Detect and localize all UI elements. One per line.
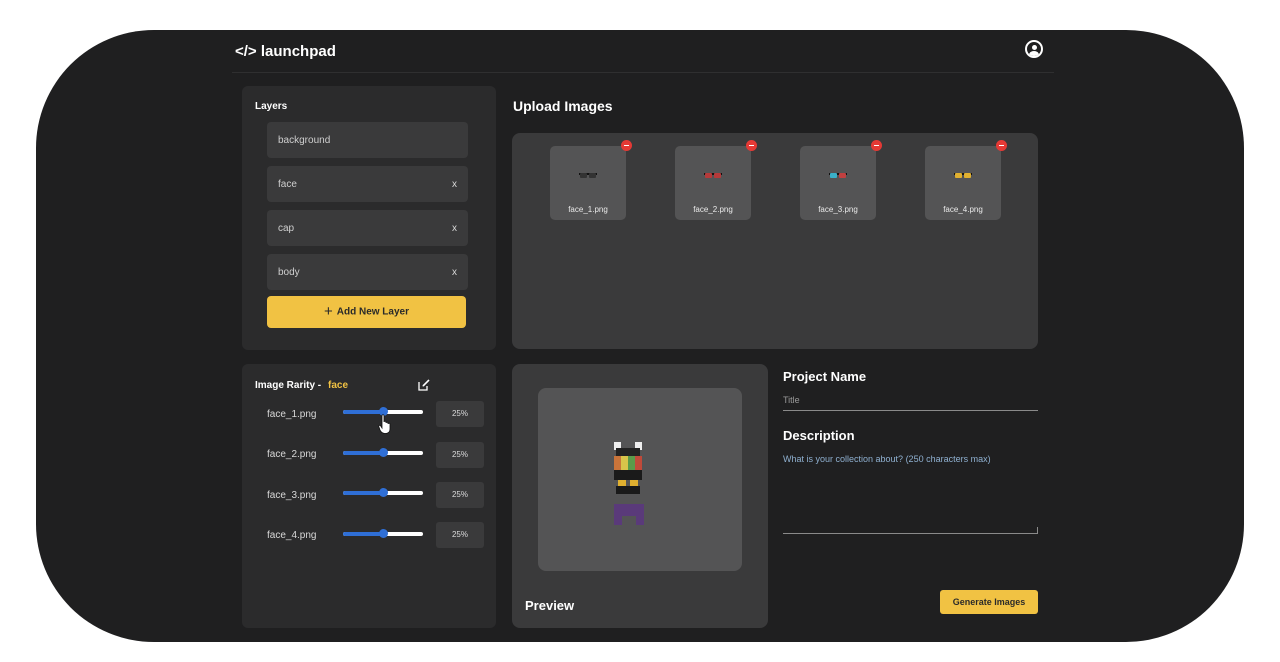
rarity-file-label: face_1.png: [267, 409, 317, 420]
pixel-art-body: [614, 504, 644, 516]
remove-layer-button[interactable]: x: [452, 267, 457, 278]
remove-layer-button[interactable]: x: [452, 179, 457, 190]
delete-image-icon[interactable]: [621, 140, 632, 151]
layer-label: cap: [278, 223, 295, 234]
layer-item-body[interactable]: body x: [267, 254, 468, 290]
project-name-underline: [783, 410, 1038, 411]
layer-label: face: [278, 179, 297, 190]
edit-icon[interactable]: [418, 379, 430, 391]
layers-title: Layers: [255, 101, 288, 112]
delete-image-icon[interactable]: [996, 140, 1007, 151]
glasses-image: [579, 173, 597, 179]
user-profile-icon[interactable]: [1025, 40, 1043, 58]
pixel-art-face: [614, 470, 642, 480]
textarea-resize-handle[interactable]: [1031, 527, 1038, 534]
pixel-art-cap-stripe: [628, 456, 635, 470]
project-name-label: Project Name: [783, 369, 867, 384]
thumbnail-filename: face_4.png: [943, 205, 983, 214]
rarity-file-label: face_4.png: [267, 530, 317, 541]
glasses-image: [954, 173, 972, 179]
rarity-percent[interactable]: 25%: [436, 442, 484, 468]
header-divider: [232, 72, 1054, 73]
pixel-art-leg: [614, 516, 622, 525]
slider-knob[interactable]: [379, 488, 388, 497]
remove-layer-button[interactable]: x: [452, 223, 457, 234]
preview-label: Preview: [525, 598, 575, 613]
description-label: Description: [783, 428, 855, 443]
rarity-file-label: face_2.png: [267, 449, 317, 460]
app-logo[interactable]: </> launchpad: [235, 43, 336, 60]
layer-label: body: [278, 267, 300, 278]
generate-images-button[interactable]: Generate Images: [940, 590, 1038, 614]
thumbnail-filename: face_2.png: [693, 205, 733, 214]
layer-label: background: [278, 135, 331, 146]
add-new-layer-button[interactable]: + Add New Layer: [267, 296, 466, 328]
rarity-percent[interactable]: 25%: [436, 522, 484, 548]
preview-image: [538, 388, 742, 571]
pixel-art-head: [616, 448, 640, 456]
plus-icon: +: [323, 303, 333, 320]
rarity-percent[interactable]: 25%: [436, 482, 484, 508]
description-underline: [783, 533, 1038, 534]
thumbnail-filename: face_3.png: [818, 205, 858, 214]
image-thumbnail[interactable]: face_1.png: [550, 140, 632, 220]
image-rarity-title: Image Rarity -: [255, 380, 322, 391]
glasses-image: [829, 173, 847, 179]
image-thumbnail[interactable]: face_4.png: [925, 140, 1007, 220]
image-thumbnail[interactable]: face_3.png: [800, 140, 882, 220]
rarity-layer-name: face: [328, 380, 349, 391]
rarity-file-label: face_3.png: [267, 490, 317, 501]
rarity-slider[interactable]: [343, 488, 423, 497]
layer-item-background[interactable]: background: [267, 122, 468, 158]
rarity-slider[interactable]: [343, 529, 423, 538]
rarity-percent[interactable]: 25%: [436, 401, 484, 427]
pixel-art-cap-stripe: [621, 456, 628, 470]
hand-cursor-icon: [378, 414, 391, 434]
pixel-art-cap-stripe: [635, 456, 642, 470]
delete-image-icon[interactable]: [871, 140, 882, 151]
slider-knob[interactable]: [379, 448, 388, 457]
add-new-layer-label: Add New Layer: [336, 306, 409, 318]
delete-image-icon[interactable]: [746, 140, 757, 151]
pixel-art-chin: [616, 486, 640, 494]
image-thumbnail[interactable]: face_2.png: [675, 140, 757, 220]
app-window: </> launchpad Layers background face x c…: [36, 30, 1244, 642]
pixel-art-cap-stripe: [614, 456, 621, 470]
layer-item-cap[interactable]: cap x: [267, 210, 468, 246]
slider-knob[interactable]: [379, 529, 388, 538]
thumbnail-filename: face_1.png: [568, 205, 608, 214]
glasses-image: [704, 173, 722, 179]
layer-item-face[interactable]: face x: [267, 166, 468, 202]
project-name-input[interactable]: Title: [783, 395, 800, 405]
description-textarea[interactable]: What is your collection about? (250 char…: [783, 454, 991, 464]
pixel-art-leg: [636, 516, 644, 525]
upload-images-title: Upload Images: [513, 98, 613, 114]
rarity-slider[interactable]: [343, 448, 423, 457]
